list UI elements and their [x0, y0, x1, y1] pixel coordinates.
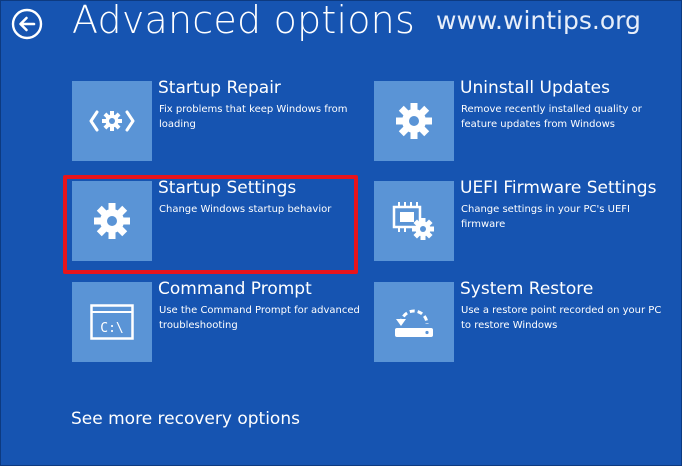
option-title: Command Prompt — [158, 279, 312, 299]
watermark-text: www.wintips.org — [436, 6, 641, 35]
system-restore-tile — [374, 282, 454, 362]
option-title: Startup Repair — [158, 78, 281, 98]
firmware-chip-icon — [392, 202, 434, 240]
option-description: Fix problems that keep Windows from load… — [159, 104, 348, 130]
uninstall-updates-tile — [374, 81, 454, 161]
option-title: System Restore — [460, 279, 594, 299]
see-more-recovery-options-link[interactable]: See more recovery options — [71, 409, 300, 429]
back-arrow-icon — [11, 8, 43, 40]
option-description: Change settings in your PC's UEFI firmwa… — [461, 204, 630, 230]
option-description: Use the Command Prompt for advanced trou… — [159, 305, 360, 331]
gear-icon — [94, 203, 130, 239]
command-prompt-tile: C:\ — [72, 282, 152, 362]
startup-settings-tile — [72, 181, 152, 261]
command-prompt-icon: C:\ — [90, 304, 134, 340]
option-uefi-firmware-settings[interactable]: UEFI Firmware Settings Change settings i… — [374, 178, 664, 261]
option-description: Change Windows startup behavior — [159, 204, 332, 215]
command-prompt-glyph: C:\ — [100, 321, 123, 336]
page-title: Advanced options — [72, 0, 415, 42]
option-uninstall-updates[interactable]: Uninstall Updates Remove recently instal… — [374, 78, 664, 161]
gear-icon — [396, 103, 432, 139]
option-title: Uninstall Updates — [460, 78, 610, 98]
system-restore-icon — [395, 309, 433, 337]
option-startup-repair[interactable]: Startup Repair Fix problems that keep Wi… — [72, 78, 362, 161]
startup-repair-tile — [72, 81, 152, 161]
startup-repair-icon — [89, 110, 135, 132]
option-title: UEFI Firmware Settings — [460, 178, 657, 198]
option-description: Use a restore point recorded on your PC … — [461, 305, 662, 331]
uefi-firmware-tile — [374, 181, 454, 261]
option-system-restore[interactable]: System Restore Use a restore point recor… — [374, 279, 664, 362]
back-button[interactable] — [11, 8, 43, 40]
option-title: Startup Settings — [158, 178, 297, 198]
option-startup-settings[interactable]: Startup Settings Change Windows startup … — [72, 178, 362, 261]
option-command-prompt[interactable]: C:\ Command Prompt Use the Command Promp… — [72, 279, 362, 362]
option-description: Remove recently installed quality or fea… — [461, 104, 642, 130]
